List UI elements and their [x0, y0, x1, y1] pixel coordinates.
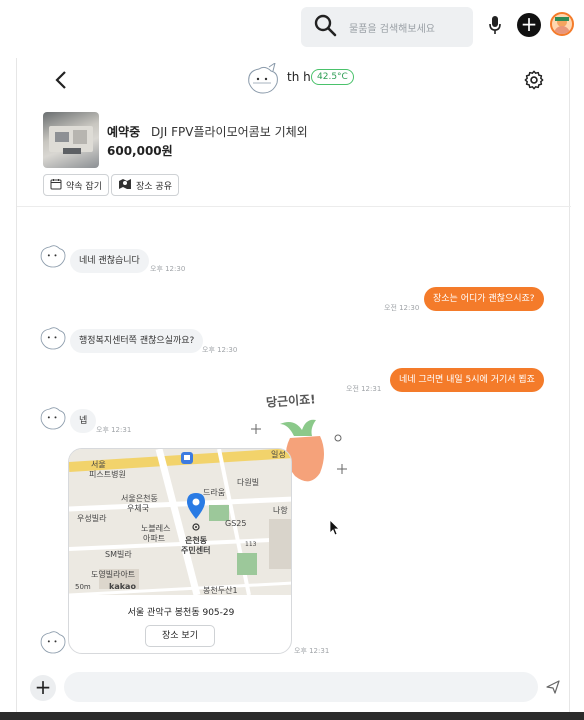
share-location-button[interactable]: 장소 공유 — [111, 174, 179, 196]
map-label: 드라움 — [203, 488, 226, 497]
header-divider — [17, 206, 571, 207]
view-location-button[interactable]: 장소 보기 — [145, 625, 215, 647]
map-label: 도영빌라아트 — [91, 570, 136, 579]
map-label: 주민센터 — [181, 546, 211, 555]
map-brand: kakao — [109, 582, 136, 591]
bus-stop-icon — [181, 449, 193, 468]
bottom-edge — [0, 712, 584, 720]
map-label: 나항 — [273, 506, 288, 515]
back-arrow-icon[interactable] — [55, 70, 67, 96]
microphone-icon[interactable] — [488, 15, 502, 39]
search-icon — [313, 13, 337, 41]
message-input-bar: + — [0, 670, 584, 712]
manner-temperature-badge: 42.5°C — [311, 69, 354, 85]
message-time: 오후 12:30 — [202, 346, 238, 354]
map-label: SM빌라 — [105, 550, 132, 559]
reservation-status: 예약중 — [107, 125, 141, 139]
location-card[interactable]: 서울 피스트병원 서울은천동 우체국 우성빌라 노블레스 아파트 SM빌라 도영… — [68, 448, 292, 654]
product-price: 600,000원 — [107, 144, 173, 158]
peer-avatar[interactable] — [36, 628, 70, 658]
map-label: 우체국 — [127, 504, 150, 513]
map-label: 일성 — [271, 450, 286, 459]
attach-plus-icon[interactable]: + — [30, 675, 56, 701]
message-bubble-received: 넵 — [70, 409, 97, 433]
create-plus-icon[interactable]: + — [517, 13, 541, 37]
location-pin-icon — [187, 493, 205, 537]
product-title: DJI FPV플라이모어콤보 기체외 — [151, 125, 308, 139]
map-label: 다원빌 — [237, 478, 260, 487]
gear-icon[interactable] — [523, 69, 545, 95]
mouse-cursor-icon — [329, 519, 340, 540]
search-placeholder: 물품을 검색해보세요 — [349, 23, 435, 35]
map-label: GS25 — [225, 519, 247, 528]
message-bubble-received: 행정복지센터쪽 괜찮으실까요? — [70, 329, 204, 353]
peer-name: th h — [287, 70, 311, 84]
user-avatar[interactable] — [550, 12, 574, 36]
peer-avatar[interactable] — [36, 404, 70, 434]
sticker-caption: 당근이죠! — [265, 392, 317, 410]
message-time: 오전 12:30 — [384, 304, 420, 312]
message-input[interactable] — [64, 672, 538, 702]
map-pin-icon — [118, 178, 132, 193]
search-bar[interactable]: 물품을 검색해보세요 — [301, 7, 473, 47]
send-icon[interactable] — [546, 679, 560, 698]
map-label: 우성빌라 — [77, 514, 107, 523]
make-appointment-label: 약속 잡기 — [66, 181, 102, 192]
message-time: 오후 12:31 — [96, 426, 132, 434]
product-thumbnail[interactable] — [43, 112, 99, 168]
peer-avatar[interactable] — [243, 61, 283, 99]
message-bubble-received: 네네 괜찮습니다 — [70, 249, 149, 273]
map-label: 봉천두산1 — [203, 586, 238, 595]
map-label: 113 — [245, 541, 257, 548]
message-time: 오후 12:31 — [294, 647, 330, 655]
map-image[interactable]: 서울 피스트병원 서울은천동 우체국 우성빌라 노블레스 아파트 SM빌라 도영… — [69, 449, 291, 595]
top-app-bar: 물품을 검색해보세요 + — [0, 0, 584, 58]
map-scale: 50m — [75, 583, 91, 591]
location-address: 서울 관악구 봉천동 905-29 — [127, 608, 235, 618]
product-summary[interactable]: 예약중 DJI FPV플라이모어콤보 기체외 600,000원 약속 잡기 장소… — [41, 110, 551, 200]
message-time: 오후 12:30 — [150, 265, 186, 273]
chat-header: th h 42.5°C — [17, 58, 571, 104]
map-label: 피스트병원 — [89, 470, 126, 479]
calendar-icon — [50, 178, 62, 193]
peer-avatar[interactable] — [36, 242, 70, 272]
make-appointment-button[interactable]: 약속 잡기 — [43, 174, 109, 196]
message-bubble-sent: 장소는 어디가 괜찮으시죠? — [424, 287, 544, 311]
message-bubble-sent: 네네 그러면 내일 5시에 거기서 뵙죠 — [390, 368, 544, 392]
share-location-label: 장소 공유 — [136, 181, 172, 192]
peer-avatar[interactable] — [36, 324, 70, 354]
map-label: 아파트 — [143, 534, 166, 543]
